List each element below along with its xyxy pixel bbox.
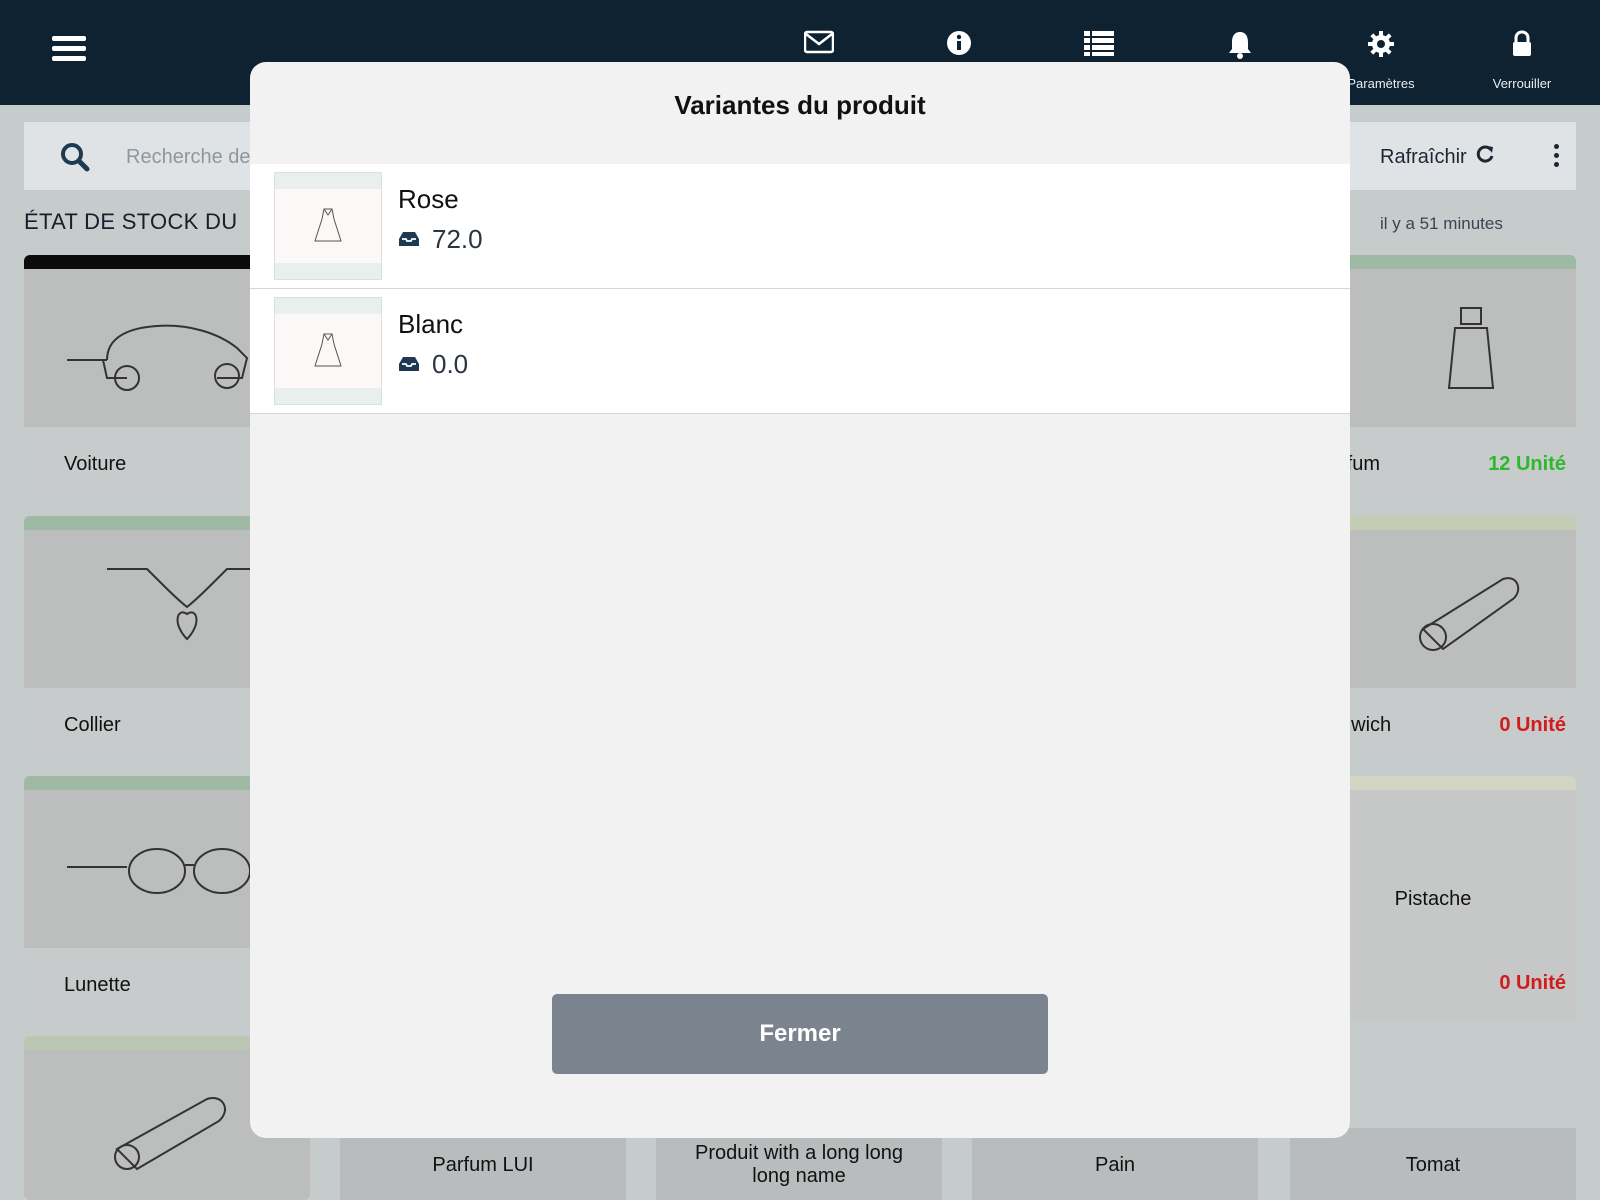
bell-icon xyxy=(1185,30,1295,64)
lock-icon xyxy=(1467,30,1577,64)
product-name: Lunette xyxy=(64,974,131,996)
product-name: Pain xyxy=(1094,1154,1136,1176)
list-icon xyxy=(1044,30,1154,64)
variant-name: Blanc xyxy=(398,309,464,339)
refresh-icon xyxy=(1475,144,1495,170)
product-qty: 0 Unité xyxy=(1499,972,1566,994)
product-card-pain[interactable]: Pain xyxy=(972,1128,1258,1200)
search-icon[interactable] xyxy=(60,142,90,177)
variant-stock: 72.0 xyxy=(398,224,483,255)
product-name: Collier xyxy=(64,714,121,736)
dress-icon xyxy=(314,333,342,367)
product-qty: 12 Unité xyxy=(1488,453,1566,475)
product-name: Parfum LUI xyxy=(432,1154,534,1176)
variant-row-blanc[interactable]: Blanc 0.0 xyxy=(250,289,1350,414)
variant-list: Rose 72.0 Blanc 0.0 xyxy=(250,164,1350,414)
modal-title: Variantes du produit xyxy=(674,90,926,120)
variant-stock: 0.0 xyxy=(398,349,468,380)
variant-name: Rose xyxy=(398,184,459,214)
refresh-label: Rafraîchir xyxy=(1380,145,1467,168)
gear-icon xyxy=(1326,30,1436,64)
more-options-icon[interactable] xyxy=(1550,144,1562,170)
product-card-long-name[interactable]: Produit with a long long long name xyxy=(656,1128,942,1200)
nav-list[interactable] xyxy=(1044,30,1154,64)
product-qty: 0 Unité xyxy=(1499,714,1566,736)
dress-icon xyxy=(314,208,342,242)
inbox-icon xyxy=(398,224,420,255)
last-updated: il y a 51 minutes xyxy=(1380,214,1503,233)
product-name: Voiture xyxy=(64,453,127,475)
variant-stock-value: 0.0 xyxy=(432,349,469,379)
nav-lock-label: Verrouiller xyxy=(1492,76,1552,91)
product-card-parfum-lui[interactable]: Parfum LUI xyxy=(340,1128,626,1200)
nav-info[interactable] xyxy=(904,30,1014,64)
nav-lock[interactable]: Verrouiller xyxy=(1467,30,1577,91)
variant-thumbnail xyxy=(274,172,382,280)
variants-modal: Variantes du produit Rose 72.0 Blanc 0.0… xyxy=(250,62,1350,1138)
variant-stock-value: 72.0 xyxy=(432,224,483,254)
section-title: ÉTAT DE STOCK DU xyxy=(24,209,238,234)
nav-notifications[interactable] xyxy=(1185,30,1295,64)
variant-row-rose[interactable]: Rose 72.0 xyxy=(250,164,1350,289)
product-name: Tomat xyxy=(1405,1154,1461,1176)
mail-icon xyxy=(764,30,874,64)
close-button[interactable]: Fermer xyxy=(552,994,1048,1074)
hamburger-menu-icon[interactable] xyxy=(52,36,86,66)
info-icon xyxy=(904,30,1014,64)
variant-thumbnail xyxy=(274,297,382,405)
product-name: Produit with a long long long name xyxy=(695,1142,903,1187)
nav-messages[interactable] xyxy=(764,30,874,64)
inbox-icon xyxy=(398,349,420,380)
product-card-tomat[interactable]: Tomat xyxy=(1290,1128,1576,1200)
refresh-button[interactable]: Rafraîchir xyxy=(1380,144,1495,170)
